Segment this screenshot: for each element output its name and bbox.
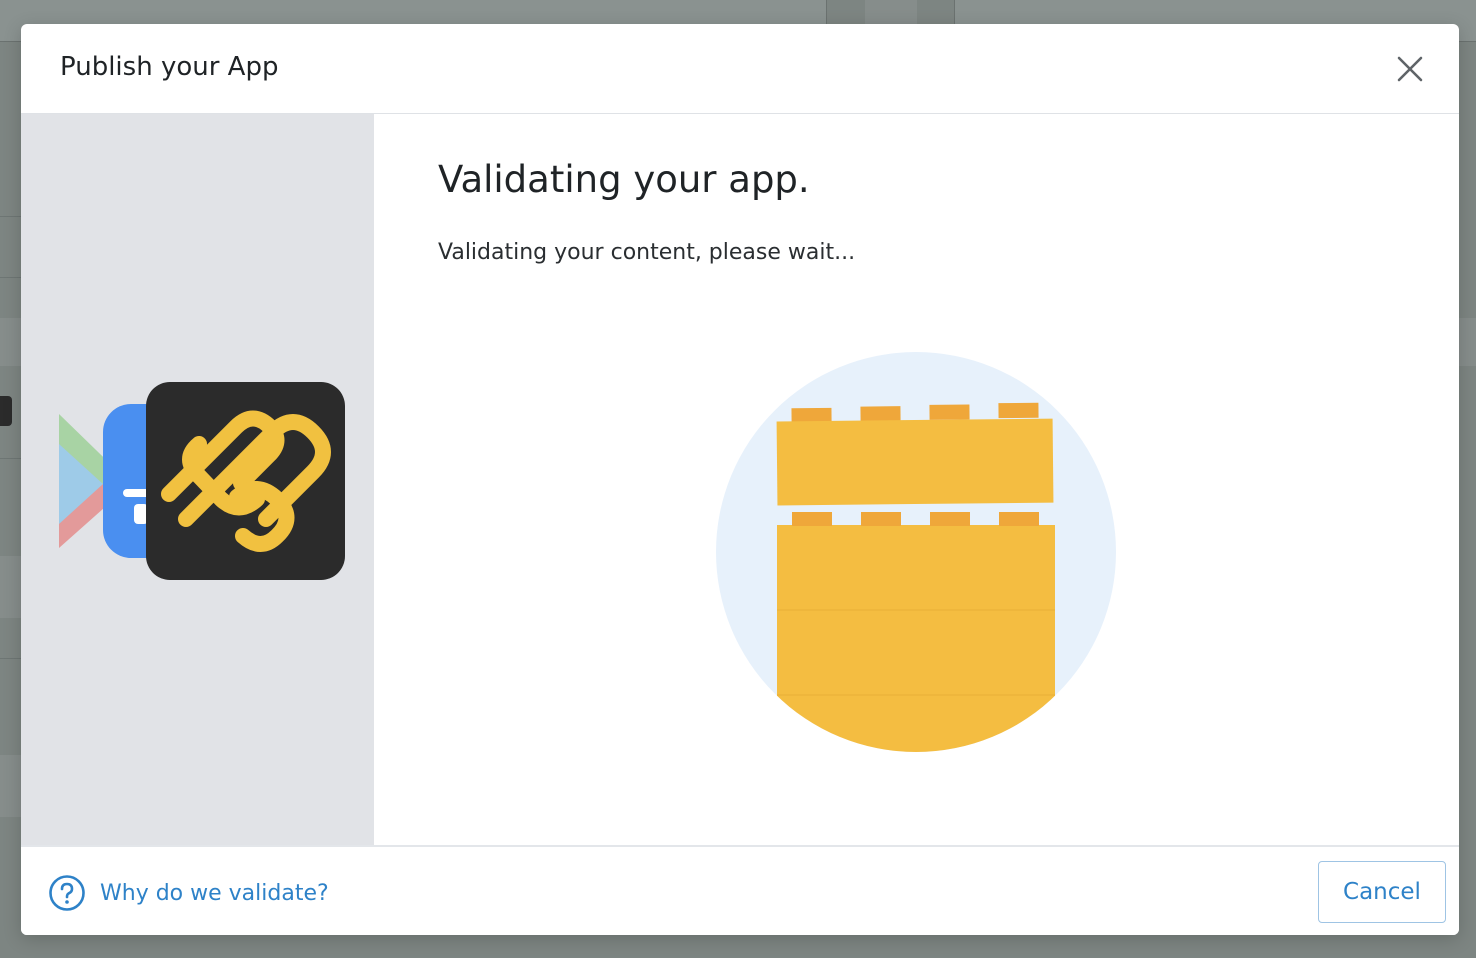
background-app-thumbnail bbox=[0, 396, 12, 426]
validation-panel: Validating your app. Validating your con… bbox=[374, 114, 1459, 845]
block-layer bbox=[777, 525, 1055, 611]
block-stud bbox=[861, 512, 901, 526]
store-icons-group bbox=[59, 382, 345, 580]
publish-app-modal: Publish your App Validating your app. Va… bbox=[21, 24, 1459, 935]
close-icon bbox=[1397, 56, 1423, 82]
background-divider bbox=[0, 277, 21, 278]
building-blocks-illustration bbox=[716, 352, 1116, 752]
block-stud bbox=[930, 512, 970, 526]
background-divider bbox=[0, 216, 21, 217]
why-validate-label: Why do we validate? bbox=[100, 880, 329, 906]
background-strip bbox=[0, 318, 21, 366]
cancel-button[interactable]: Cancel bbox=[1318, 861, 1446, 923]
block-stud bbox=[792, 512, 832, 526]
question-circle-icon bbox=[49, 875, 85, 911]
background-strip bbox=[0, 556, 21, 618]
app-logo-icon bbox=[146, 382, 345, 580]
modal-footer: Why do we validate? Cancel bbox=[21, 845, 1459, 935]
background-divider bbox=[0, 658, 21, 659]
background-strip bbox=[865, 0, 917, 24]
block-stud bbox=[999, 512, 1039, 526]
block-layer bbox=[777, 695, 1055, 752]
close-button[interactable] bbox=[1395, 54, 1425, 84]
validation-heading: Validating your app. bbox=[438, 158, 810, 201]
block-layer bbox=[777, 610, 1055, 696]
modal-title: Publish your App bbox=[60, 52, 279, 82]
validation-status-text: Validating your content, please wait... bbox=[438, 240, 856, 265]
background-divider bbox=[0, 458, 21, 459]
app-icons-panel bbox=[21, 114, 374, 845]
why-validate-link[interactable]: Why do we validate? bbox=[48, 874, 329, 912]
background-strip bbox=[1459, 318, 1476, 366]
background-strip bbox=[0, 755, 21, 817]
modal-header: Publish your App bbox=[21, 24, 1459, 114]
